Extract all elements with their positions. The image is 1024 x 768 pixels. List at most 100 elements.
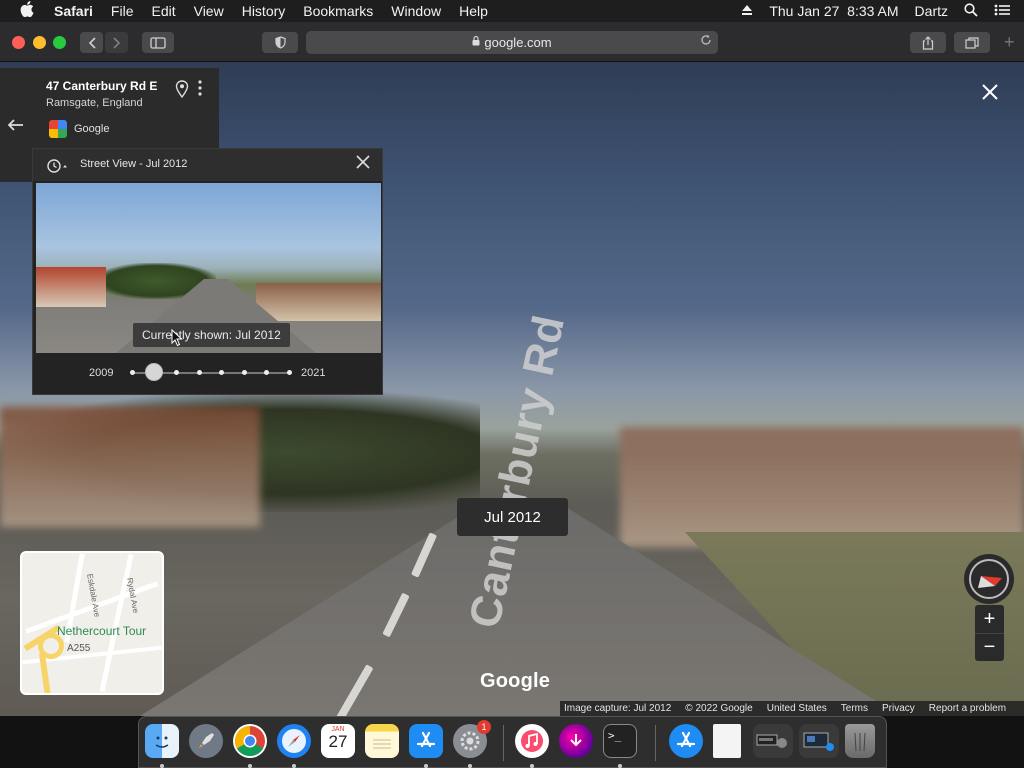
timeline-stop[interactable] — [196, 370, 202, 375]
menu-edit[interactable]: Edit — [151, 3, 175, 19]
report-problem-link[interactable]: Report a problem — [929, 703, 1006, 714]
sidebar-toggle-icon[interactable] — [142, 32, 174, 53]
forward-button[interactable] — [105, 32, 128, 53]
address-title: 47 Canterbury Rd E — [46, 79, 158, 93]
back-button[interactable] — [80, 32, 103, 53]
timeline-stop[interactable] — [286, 370, 292, 375]
minimap-place-label: Nethercourt Tour — [57, 624, 147, 638]
terms-link[interactable]: Terms — [841, 703, 868, 714]
running-indicator — [468, 764, 472, 768]
notification-badge: 1 — [477, 720, 491, 734]
map-footer: Image capture: Jul 2012 © 2022 Google Un… — [560, 701, 1024, 716]
share-icon[interactable] — [910, 32, 946, 53]
running-indicator — [618, 764, 622, 768]
app-store-icon[interactable] — [409, 724, 443, 758]
dock: JAN 27 1 >_ — [138, 716, 887, 768]
chrome-icon[interactable] — [233, 724, 267, 758]
new-tab-icon[interactable]: + — [1004, 32, 1015, 53]
capture-date-badge: Jul 2012 — [457, 498, 568, 536]
more-options-icon[interactable] — [198, 80, 202, 101]
history-clock-icon[interactable] — [46, 158, 67, 174]
zoom-controls: + − — [975, 605, 1004, 661]
installer-icon[interactable] — [559, 724, 593, 758]
close-panel-button[interactable] — [355, 153, 371, 176]
timeline-stop[interactable] — [241, 370, 247, 375]
panel-title: Street View - Jul 2012 — [80, 158, 188, 170]
running-indicator — [292, 764, 296, 768]
menu-app-name[interactable]: Safari — [54, 3, 93, 19]
terminal-icon[interactable]: >_ — [603, 724, 637, 758]
timeline-start-year: 2009 — [89, 367, 114, 379]
menu-view[interactable]: View — [194, 3, 224, 19]
timeline-stop[interactable] — [219, 370, 225, 375]
spotlight-search-icon[interactable] — [964, 2, 978, 20]
timeline-stop[interactable] — [264, 370, 270, 375]
historic-imagery-preview[interactable]: Currently shown: Jul 2012 — [36, 183, 381, 353]
menu-window[interactable]: Window — [391, 3, 441, 19]
menu-clock[interactable]: Thu Jan 27 8:33 AM — [769, 3, 898, 19]
mouse-cursor-icon — [171, 328, 183, 347]
address-card: 47 Canterbury Rd E Ramsgate, England Goo… — [32, 68, 219, 148]
address-bar[interactable]: google.com — [306, 31, 718, 54]
calendar-icon[interactable]: JAN 27 — [321, 724, 355, 758]
notes-icon[interactable] — [365, 724, 399, 758]
url-text: google.com — [484, 35, 552, 50]
timeline-stop[interactable] — [129, 370, 135, 375]
running-indicator — [424, 764, 428, 768]
control-center-icon[interactable] — [994, 3, 1010, 19]
browser-toolbar: google.com + — [0, 22, 1024, 62]
scene-building-left — [0, 407, 260, 527]
image-capture-text: Image capture: Jul 2012 — [564, 703, 672, 714]
safari-icon[interactable] — [277, 724, 311, 758]
address-subtitle: Ramsgate, England — [46, 97, 143, 109]
tab-overview-icon[interactable] — [954, 32, 990, 53]
finder-icon[interactable] — [145, 724, 179, 758]
minimap-road — [99, 554, 134, 692]
close-street-view-button[interactable] — [978, 80, 1002, 104]
apple-icon[interactable] — [20, 1, 40, 21]
menu-history[interactable]: History — [242, 3, 286, 19]
launchpad-icon[interactable] — [189, 724, 223, 758]
google-maps-icon — [49, 120, 67, 138]
privacy-shield-icon[interactable] — [262, 32, 298, 53]
trash-icon[interactable] — [845, 724, 875, 758]
menu-user[interactable]: Dartz — [915, 3, 948, 19]
source-label: Google — [74, 123, 110, 135]
region-link[interactable]: United States — [767, 703, 827, 714]
menu-bookmarks[interactable]: Bookmarks — [303, 3, 373, 19]
minimap-road-label: A255 — [67, 643, 91, 654]
app-store-folder-icon[interactable] — [669, 724, 703, 758]
music-icon[interactable] — [515, 724, 549, 758]
timeline-slider-thumb[interactable] — [145, 363, 164, 381]
eject-icon[interactable] — [741, 3, 753, 19]
screenshots-stack-icon[interactable] — [799, 724, 839, 758]
timeline-end-year: 2021 — [301, 367, 326, 379]
window-minimize-button[interactable] — [33, 36, 46, 49]
scene-building-right — [620, 427, 1024, 547]
minimap[interactable]: Eskdale Ave Rydal Ave Nethercourt Tour A… — [20, 551, 164, 695]
running-indicator — [160, 764, 164, 768]
back-to-map-button[interactable] — [0, 68, 32, 182]
currently-shown-tooltip: Currently shown: Jul 2012 — [133, 323, 290, 347]
menu-file[interactable]: File — [111, 3, 134, 19]
zoom-in-button[interactable]: + — [975, 605, 1004, 633]
google-wordmark: Google — [480, 670, 551, 692]
zoom-out-button[interactable]: − — [975, 633, 1004, 661]
reload-icon[interactable] — [700, 33, 712, 49]
document-icon[interactable] — [713, 724, 741, 758]
menu-bar: Safari File Edit View History Bookmarks … — [0, 0, 1024, 22]
downloads-stack-icon[interactable] — [753, 724, 793, 758]
window-close-button[interactable] — [12, 36, 25, 49]
calendar-day: 27 — [328, 732, 348, 751]
window-zoom-button[interactable] — [53, 36, 66, 49]
dock-separator — [503, 725, 504, 761]
running-indicator — [248, 764, 252, 768]
map-pin-icon[interactable] — [175, 80, 189, 99]
dock-separator — [655, 725, 656, 761]
system-preferences-icon[interactable]: 1 — [453, 720, 491, 758]
timeline-stop[interactable] — [174, 370, 180, 375]
street-view-history-panel: Street View - Jul 2012 Currently shown: … — [32, 148, 383, 395]
privacy-link[interactable]: Privacy — [882, 703, 915, 714]
compass-icon[interactable] — [964, 554, 1014, 604]
menu-help[interactable]: Help — [459, 3, 488, 19]
